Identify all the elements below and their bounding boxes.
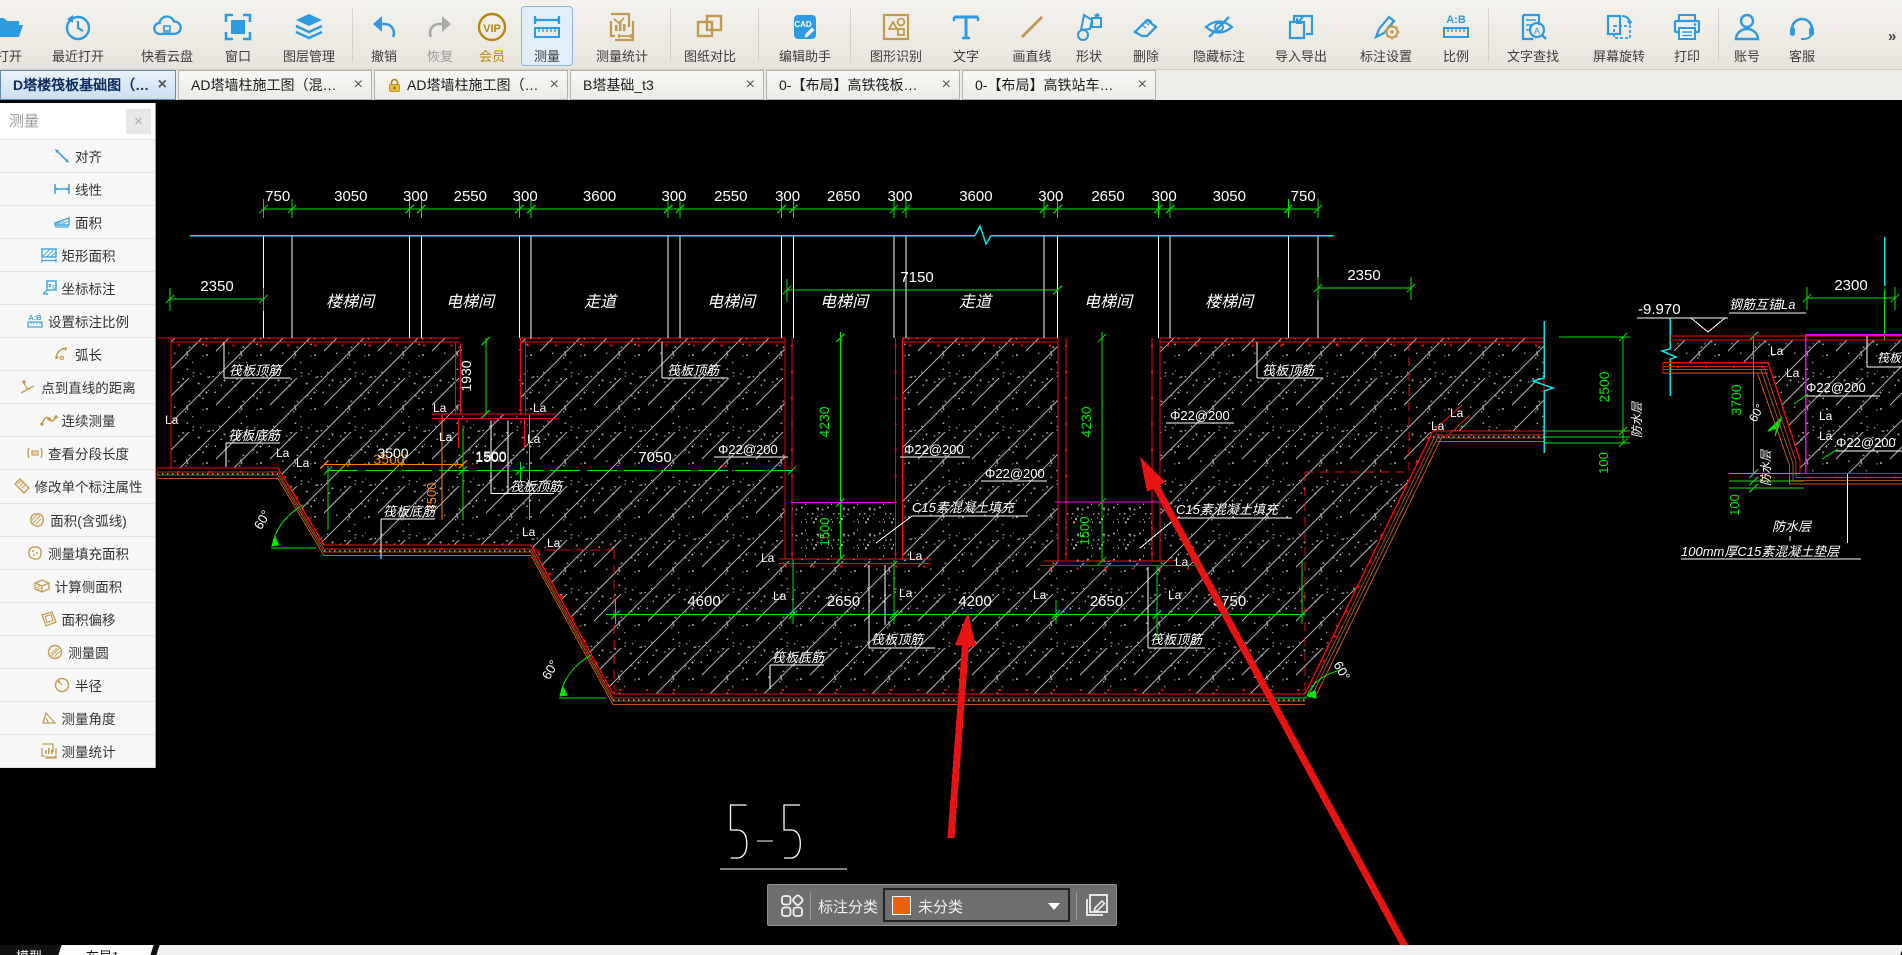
- svg-text:2300: 2300: [1834, 277, 1867, 294]
- svg-text:La: La: [276, 446, 290, 460]
- svg-text:La: La: [899, 586, 913, 600]
- svg-text:防水层: 防水层: [1630, 401, 1644, 438]
- svg-text:筏板顶筋: 筏板顶筋: [1150, 632, 1204, 647]
- svg-text:2650: 2650: [827, 593, 860, 610]
- svg-text:2650: 2650: [827, 188, 860, 205]
- svg-text:筏板顶筋: 筏板顶筋: [871, 632, 925, 647]
- svg-text:4200: 4200: [958, 593, 991, 610]
- svg-text:3050: 3050: [1213, 188, 1246, 205]
- svg-text:1930: 1930: [458, 360, 474, 391]
- svg-text:La: La: [1450, 406, 1464, 420]
- svg-text:2550: 2550: [714, 188, 747, 205]
- svg-text:电梯间: 电梯间: [1084, 293, 1134, 311]
- svg-text:3050: 3050: [334, 188, 367, 205]
- svg-text:3700: 3700: [1728, 384, 1744, 415]
- svg-text:楼梯间: 楼梯间: [326, 293, 376, 311]
- svg-text:筏板底筋: 筏板底筋: [383, 504, 437, 519]
- svg-text:300: 300: [403, 188, 428, 205]
- svg-text:4600: 4600: [687, 593, 720, 610]
- svg-text:走道: 走道: [959, 293, 993, 311]
- svg-text:防水层: 防水层: [1772, 519, 1813, 534]
- svg-text:筏板底筋: 筏板底筋: [228, 428, 282, 443]
- svg-text:La: La: [1819, 429, 1833, 443]
- svg-text:2650: 2650: [1090, 593, 1123, 610]
- svg-text:电梯间: 电梯间: [820, 293, 870, 311]
- svg-text:筏板顶筋: 筏板顶筋: [229, 363, 283, 378]
- svg-text:300: 300: [513, 188, 538, 205]
- svg-text:钢筋互锚La: 钢筋互锚La: [1729, 297, 1795, 312]
- svg-text:300: 300: [775, 188, 800, 205]
- svg-text:300: 300: [887, 188, 912, 205]
- svg-text:A:B: A:B: [1446, 14, 1466, 26]
- svg-text:4230: 4230: [816, 406, 832, 437]
- svg-text:筏板顶筋: 筏板顶筋: [1262, 363, 1316, 378]
- svg-text:CAD: CAD: [794, 20, 812, 29]
- svg-text:7050: 7050: [638, 449, 671, 466]
- svg-text:La: La: [1033, 588, 1047, 602]
- svg-text:La: La: [909, 549, 923, 563]
- svg-text:1500: 1500: [475, 448, 506, 464]
- svg-text:100: 100: [1596, 452, 1611, 474]
- svg-text:Φ22@200: Φ22@200: [904, 442, 964, 457]
- svg-text:2350: 2350: [1347, 267, 1380, 284]
- svg-text:La: La: [296, 456, 310, 470]
- svg-text:3600: 3600: [583, 188, 616, 205]
- svg-text:300: 300: [1152, 188, 1177, 205]
- svg-text:电梯间: 电梯间: [446, 293, 496, 311]
- svg-text:La: La: [1431, 419, 1445, 433]
- svg-text:La: La: [433, 401, 447, 415]
- svg-text:C15素混凝土填充: C15素混凝土填充: [912, 500, 1016, 515]
- svg-text:VIP: VIP: [483, 23, 501, 35]
- svg-text:3500: 3500: [377, 445, 408, 461]
- svg-text:楼梯间: 楼梯间: [1205, 293, 1255, 311]
- svg-text:750: 750: [265, 188, 290, 205]
- svg-text:La: La: [522, 525, 536, 539]
- svg-text:1500: 1500: [1077, 517, 1092, 546]
- svg-text:La: La: [533, 401, 547, 415]
- svg-text:防水层: 防水层: [1759, 449, 1773, 486]
- svg-text:La: La: [1786, 366, 1800, 380]
- svg-text:7150: 7150: [900, 269, 933, 286]
- svg-text:3600: 3600: [959, 188, 992, 205]
- svg-text:Φ22@200: Φ22@200: [985, 466, 1045, 481]
- svg-text:300: 300: [661, 188, 686, 205]
- svg-text:2500: 2500: [1596, 371, 1612, 402]
- svg-text:300: 300: [1038, 188, 1063, 205]
- svg-text:La: La: [165, 413, 179, 427]
- svg-text:750: 750: [1291, 188, 1316, 205]
- svg-text:电梯间: 电梯间: [707, 293, 757, 311]
- svg-text:Φ22@200: Φ22@200: [1170, 408, 1230, 423]
- svg-text:La: La: [527, 432, 541, 446]
- svg-text:La: La: [1175, 555, 1189, 569]
- svg-text:筏板底筋: 筏板底筋: [772, 650, 826, 665]
- svg-text:La: La: [761, 551, 775, 565]
- svg-text:4230: 4230: [1078, 406, 1094, 437]
- svg-text:La: La: [1168, 588, 1182, 602]
- svg-text:La: La: [1770, 344, 1784, 358]
- svg-text:100: 100: [1727, 494, 1742, 516]
- svg-text:Φ22@200: Φ22@200: [1836, 435, 1896, 450]
- svg-text:Φ22@200: Φ22@200: [718, 442, 778, 457]
- svg-text:La: La: [773, 589, 787, 603]
- svg-text:A: A: [1534, 26, 1540, 36]
- svg-text:走道: 走道: [584, 293, 618, 311]
- svg-text:1500: 1500: [817, 518, 832, 547]
- svg-text:La: La: [547, 536, 561, 550]
- svg-text:100mm厚C15素混凝土垫层: 100mm厚C15素混凝土垫层: [1681, 544, 1841, 559]
- svg-text:筏板.: 筏板.: [1877, 351, 1902, 365]
- svg-text:2350: 2350: [200, 278, 233, 295]
- svg-text:C15素混凝土填充: C15素混凝土填充: [1176, 502, 1280, 517]
- svg-text:A:B: A:B: [28, 313, 42, 322]
- svg-text:-9.970: -9.970: [1638, 301, 1681, 318]
- svg-text:Φ22@200: Φ22@200: [1806, 380, 1866, 395]
- svg-text:2550: 2550: [454, 188, 487, 205]
- svg-text:La: La: [1819, 409, 1833, 423]
- svg-text:La: La: [439, 430, 453, 444]
- svg-text:2650: 2650: [1091, 188, 1124, 205]
- svg-text:筏板顶筋: 筏板顶筋: [667, 363, 721, 378]
- svg-text:筏板顶筋: 筏板顶筋: [510, 479, 564, 494]
